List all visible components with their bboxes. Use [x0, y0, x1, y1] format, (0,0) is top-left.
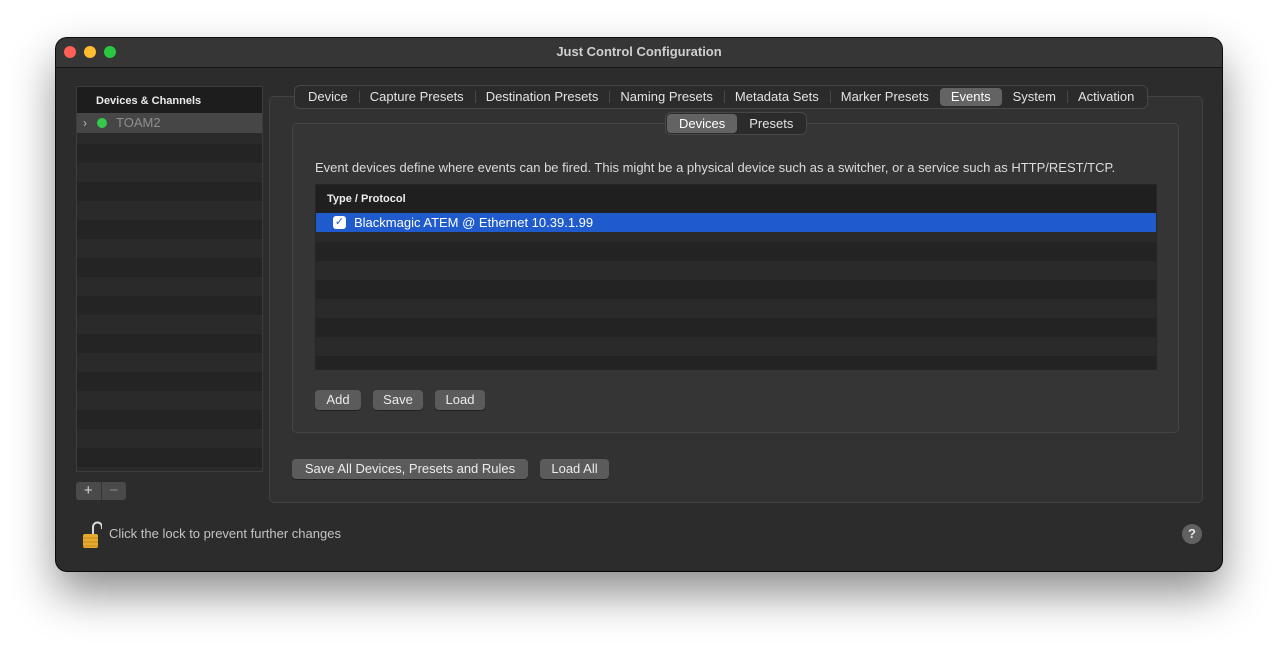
tab-metadata-sets[interactable]: Metadata Sets: [723, 88, 830, 106]
remove-device-button[interactable]: −: [100, 482, 127, 500]
table-row[interactable]: ✓ Blackmagic ATEM @ Ethernet 10.39.1.99: [316, 213, 1156, 232]
add-device-button[interactable]: +: [76, 482, 101, 500]
tab-events[interactable]: Events: [939, 88, 1002, 106]
title-bar: Just Control Configuration: [56, 38, 1222, 68]
add-remove-control: + −: [76, 482, 126, 500]
sidebar-item-label: TOAM2: [116, 115, 161, 130]
help-button[interactable]: ?: [1182, 524, 1202, 544]
window-title: Just Control Configuration: [556, 44, 722, 59]
devices-channels-list: Devices & Channels › TOAM2: [76, 86, 263, 472]
sidebar-header: Devices & Channels: [77, 87, 262, 113]
save-button[interactable]: Save: [373, 390, 423, 410]
add-button[interactable]: Add: [315, 390, 361, 410]
load-all-button[interactable]: Load All: [540, 459, 609, 479]
main-tab-bar: Device Capture Presets Destination Prese…: [294, 85, 1149, 109]
events-description: Event devices define where events can be…: [315, 160, 1116, 175]
tab-marker-presets[interactable]: Marker Presets: [829, 88, 940, 106]
config-window: Just Control Configuration Devices & Cha…: [56, 38, 1222, 571]
lock-hint-text: Click the lock to prevent further change…: [109, 526, 341, 541]
column-header-type-protocol[interactable]: Type / Protocol: [316, 185, 1156, 213]
subtab-devices[interactable]: Devices: [667, 114, 738, 133]
status-indicator-icon: [97, 118, 107, 128]
tab-activation[interactable]: Activation: [1066, 88, 1145, 106]
unlocked-lock-icon[interactable]: [82, 520, 102, 550]
tab-device[interactable]: Device: [297, 88, 359, 106]
tab-naming-presets[interactable]: Naming Presets: [609, 88, 723, 106]
tab-capture-presets[interactable]: Capture Presets: [358, 88, 475, 106]
sidebar-item-toam2[interactable]: › TOAM2: [77, 113, 262, 133]
load-button[interactable]: Load: [435, 390, 485, 410]
subtab-presets[interactable]: Presets: [737, 114, 805, 133]
enabled-checkbox[interactable]: ✓: [333, 216, 346, 229]
events-subtab-bar: Devices Presets: [665, 112, 808, 135]
save-all-button[interactable]: Save All Devices, Presets and Rules: [292, 459, 528, 479]
device-label: Blackmagic ATEM @ Ethernet 10.39.1.99: [354, 215, 594, 230]
tab-system[interactable]: System: [1002, 88, 1067, 106]
chevron-right-icon[interactable]: ›: [83, 113, 87, 133]
event-devices-table: Type / Protocol ✓ Blackmagic ATEM @ Ethe…: [315, 184, 1157, 370]
tab-destination-presets[interactable]: Destination Presets: [474, 88, 610, 106]
